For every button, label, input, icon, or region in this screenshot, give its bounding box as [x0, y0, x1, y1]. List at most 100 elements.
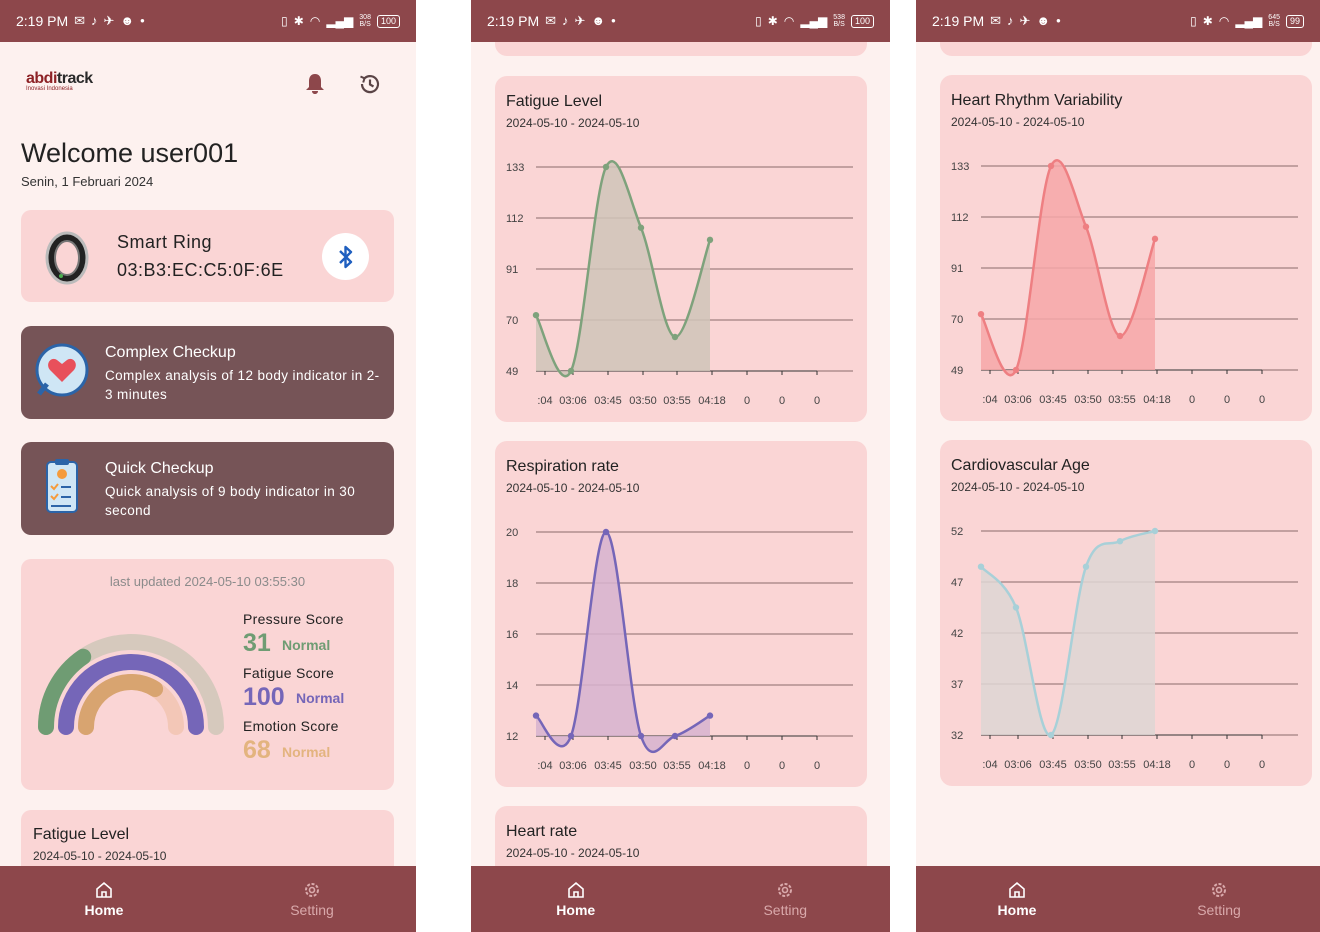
fatigue-point	[637, 224, 645, 231]
device-card[interactable]: Smart Ring 03:B3:EC:C5:0F:6E	[21, 210, 394, 302]
device-name: Smart Ring	[117, 232, 213, 252]
y-tick-label: 70	[506, 315, 518, 327]
emotion-score-label: Emotion Score	[243, 718, 339, 734]
x-tick-label: 0	[1224, 759, 1230, 771]
status-right: ▯ ✱ ◠ ▂▄▆ 538 B/S 100	[755, 14, 874, 28]
device-mac: 03:B3:EC:C5:0F:6E	[117, 260, 284, 280]
nav-home[interactable]: Home	[916, 866, 1118, 932]
bluetooth-status-icon: ✱	[767, 14, 778, 28]
nav-setting[interactable]: Setting	[681, 866, 891, 932]
x-tick-label: 03:06	[1004, 759, 1032, 771]
status-right: ▯ ✱ ◠ ▂▄▆ 308 B/S 100	[281, 14, 400, 28]
bluetooth-status-icon: ✱	[1202, 14, 1213, 28]
notification-icons: ✉♪✈☻•	[545, 13, 622, 28]
chart-date-range: 2024-05-10 - 2024-05-10	[506, 116, 640, 130]
bell-icon[interactable]	[303, 72, 327, 96]
score-summary-card: last updated 2024-05-10 03:55:30 Pressur…	[21, 559, 394, 790]
heart-checkup-icon	[35, 343, 89, 397]
y-tick-label: 52	[951, 526, 963, 538]
status-time: 2:19 PM	[16, 13, 69, 29]
x-tick-label: 03:55	[663, 760, 691, 772]
x-tick-label: 0	[779, 395, 785, 407]
pressure-score-value: 31	[243, 629, 271, 657]
fatigue-score-value: 100	[243, 683, 285, 711]
quick-checkup-card[interactable]: Quick Checkup Quick analysis of 9 body i…	[21, 442, 394, 535]
hrv-point	[1082, 223, 1090, 230]
x-tick-label: 03:50	[629, 395, 657, 407]
charts-screen-2: 2:19 PM ✉♪✈☻• ▯ ✱ ◠ ▂▄▆ 645 B/S 99 133 112…	[916, 0, 1320, 932]
nav-setting[interactable]: Setting	[208, 866, 416, 932]
chart-title: Respiration rate	[506, 458, 619, 475]
y-tick-label: 70	[951, 314, 963, 326]
respiration-point	[706, 712, 714, 719]
bluetooth-icon	[338, 245, 352, 268]
fatigue-point	[706, 236, 714, 244]
x-tick-label: 0	[779, 760, 785, 772]
y-tick-label: 37	[951, 679, 963, 691]
fatigue-score-label: Fatigue Score	[243, 665, 335, 681]
fatigue-point	[602, 163, 610, 171]
x-tick-label: 04:18	[1143, 759, 1171, 771]
battery-indicator: 100	[376, 14, 400, 28]
x-tick-label: 03:45	[594, 760, 622, 772]
y-tick-label: 112	[506, 213, 524, 225]
battery-indicator: 100	[850, 14, 874, 28]
heart-rhythm-variability-chart-card: 133 112 91 70 49:04 03:06 03:45 03:50 03:55 04:18…	[940, 75, 1312, 421]
nav-home-label: Home	[997, 901, 1037, 918]
nav-home[interactable]: Home	[471, 866, 681, 932]
vibrate-icon: ▯	[1190, 14, 1197, 28]
bluetooth-button[interactable]	[322, 233, 369, 280]
last-updated-text: last updated 2024-05-10 03:55:30	[109, 574, 306, 589]
bottom-nav: Home Setting	[471, 866, 890, 932]
status-time: 2:19 PM	[487, 13, 540, 29]
y-tick-label: 133	[951, 161, 969, 173]
x-tick-label: 03:55	[1108, 759, 1136, 771]
history-icon[interactable]	[357, 71, 383, 97]
respiration-point	[637, 732, 645, 740]
x-tick-label: 04:18	[1143, 394, 1171, 406]
fatigue-point	[567, 367, 575, 375]
cardiovascular-age-chart-card: 52 47 42 37 32:04 03:06 03:45 03:50 03:55 04:18 0 0…	[940, 440, 1312, 786]
cardio-age-point	[1047, 731, 1055, 739]
respiration-point	[671, 732, 679, 740]
chart-date-range: 2024-05-10 - 2024-05-10	[951, 480, 1085, 494]
emotion-gauge-arc	[78, 674, 164, 735]
x-tick-label: 03:55	[663, 395, 691, 407]
y-tick-label: 42	[951, 628, 963, 640]
chart-title: Fatigue Level	[506, 93, 603, 110]
x-tick-label: 0	[1189, 394, 1195, 406]
gear-icon	[1212, 882, 1226, 897]
nav-home-label: Home	[556, 901, 596, 918]
y-tick-label: 47	[951, 577, 963, 589]
fatigue-score-status: Normal	[296, 690, 345, 706]
fatigue-point	[671, 333, 679, 341]
x-tick-label: 03:06	[559, 395, 587, 407]
x-tick-label: 03:55	[1108, 394, 1136, 406]
charts-screen-1: 2:19 PM ✉♪✈☻• ▯ ✱ ◠ ▂▄▆ 538 B/S 100 133 11…	[471, 0, 890, 932]
hrv-point	[1151, 235, 1159, 243]
quick-checkup-desc: Quick analysis of 9 body indicator in 30…	[105, 484, 356, 518]
pressure-score-status: Normal	[282, 637, 331, 653]
hrv-point	[977, 310, 985, 318]
nav-setting[interactable]: Setting	[1118, 866, 1320, 932]
signal-icon: ▂▄▆	[326, 14, 354, 28]
clipboard-checklist-icon	[46, 459, 78, 513]
complex-checkup-card[interactable]: Complex Checkup Complex analysis of 12 b…	[21, 326, 394, 419]
wifi-icon: ◠	[309, 14, 321, 28]
net-speed: 538 B/S	[833, 14, 845, 28]
x-tick-label: 0	[1259, 394, 1265, 406]
respiration-point	[532, 712, 540, 719]
cardio-age-point	[1151, 527, 1159, 535]
x-tick-label: 0	[1259, 759, 1265, 771]
emotion-score-status: Normal	[282, 744, 331, 760]
x-tick-label: 0	[744, 760, 750, 772]
quick-checkup-title: Quick Checkup	[105, 460, 214, 477]
vibrate-icon: ▯	[755, 14, 762, 28]
chart-title: Heart rate	[506, 823, 578, 840]
x-tick-label: 03:45	[1039, 394, 1067, 406]
x-tick-label: :04	[537, 760, 552, 772]
score-gauge	[38, 634, 224, 735]
card-date-range: 2024-05-10 - 2024-05-10	[33, 849, 167, 863]
y-tick-label: 14	[506, 680, 518, 692]
nav-home[interactable]: Home	[0, 866, 208, 932]
